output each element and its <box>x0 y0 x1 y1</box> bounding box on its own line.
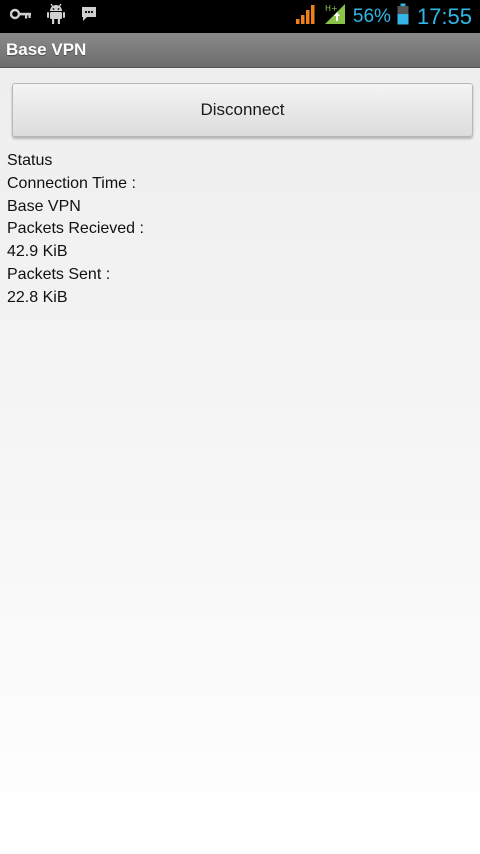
status-bar: H+ 56% 17:55 <box>0 0 480 33</box>
android-debug-icon <box>46 3 66 30</box>
battery-icon <box>397 3 409 30</box>
connection-info: Status Connection Time : Base VPN Packet… <box>7 150 467 310</box>
connection-name: Base VPN <box>7 197 81 215</box>
battery-percent: 56% <box>352 5 391 27</box>
connection-time-label: Connection Time : <box>7 174 136 192</box>
system-indicators: H+ 56% 17:55 <box>295 0 472 33</box>
notification-icons <box>9 3 98 30</box>
packets-sent-label: Packets Sent : <box>7 265 111 283</box>
packets-received-value: 42.9 KiB <box>7 243 68 261</box>
network-type-label: H+ <box>325 4 338 13</box>
signal-strength-icon <box>295 3 317 30</box>
app-title: Base VPN <box>6 40 87 59</box>
clock: 17:55 <box>416 3 472 29</box>
key-icon <box>9 7 32 26</box>
packets-sent-value: 22.8 KiB <box>7 288 68 306</box>
status-label: Status <box>7 152 53 169</box>
packets-received-label: Packets Recieved : <box>7 220 144 238</box>
disconnect-button[interactable]: Disconnect <box>12 83 473 137</box>
mobile-data-icon: H+ <box>323 2 347 31</box>
title-bar: Base VPN <box>0 33 480 68</box>
chat-notification-icon <box>80 5 98 28</box>
